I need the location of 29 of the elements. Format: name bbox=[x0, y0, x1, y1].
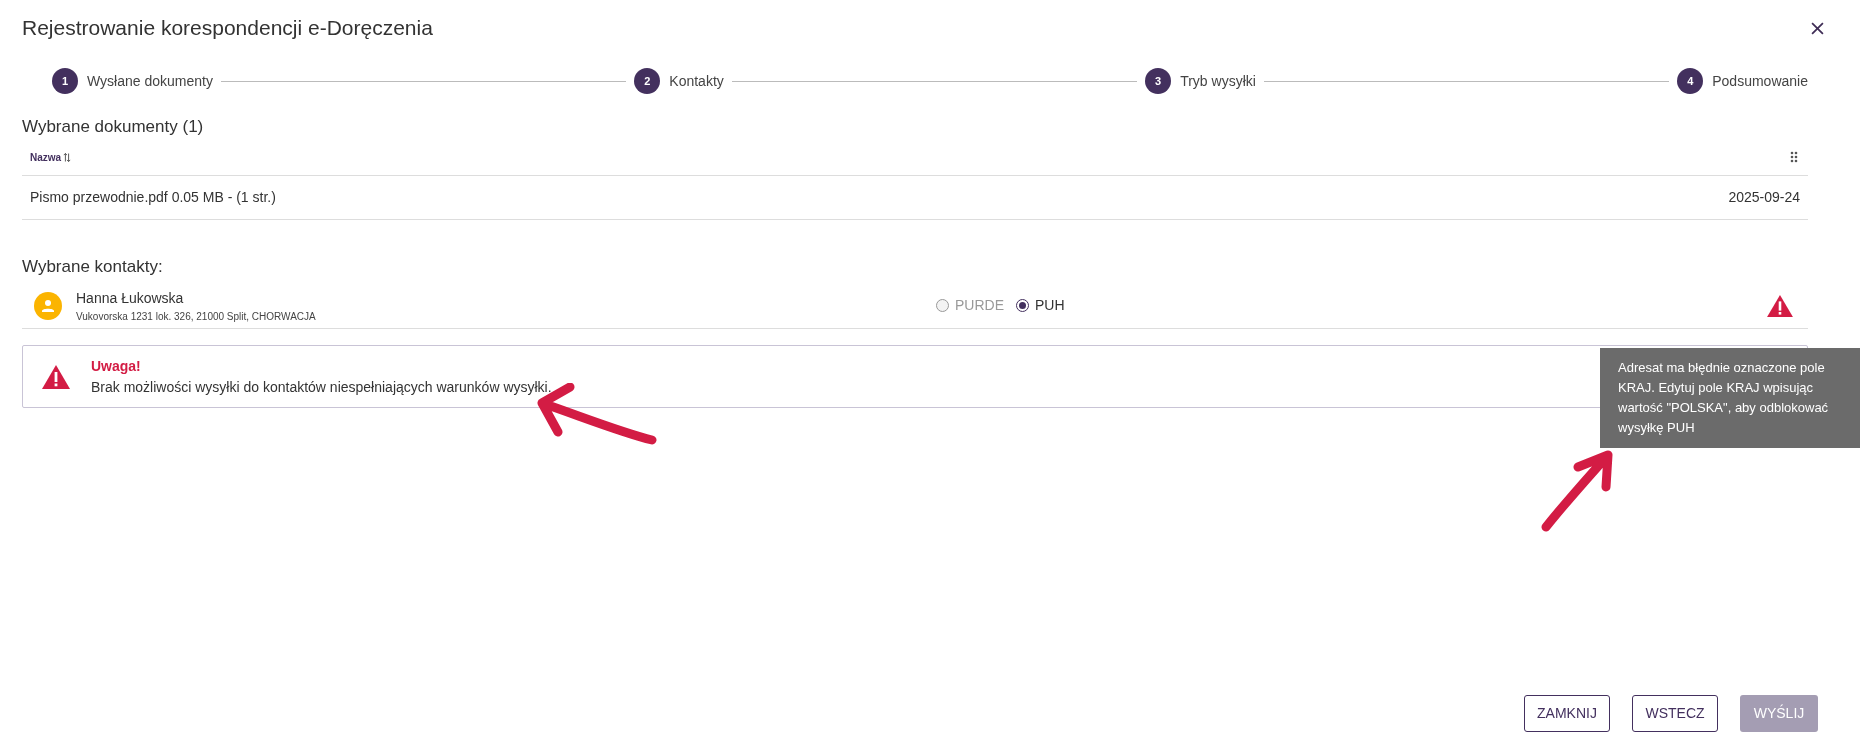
close-icon[interactable] bbox=[1811, 21, 1824, 35]
step-label[interactable]: Wysłane dokumenty bbox=[87, 70, 213, 92]
radio-option[interactable]: PUH bbox=[1016, 295, 1065, 316]
drag-handle-icon[interactable] bbox=[1790, 151, 1798, 163]
warning-icon bbox=[41, 363, 71, 390]
section-heading: Wybrane dokumenty (1) bbox=[22, 116, 205, 138]
column-header[interactable]: Nazwa bbox=[30, 149, 62, 165]
warning-icon[interactable] bbox=[1766, 293, 1794, 318]
step-label[interactable]: Podsumowanie bbox=[1712, 70, 1808, 92]
section-heading: Wybrane kontakty: bbox=[22, 255, 164, 278]
step-number[interactable]: 2 bbox=[634, 68, 661, 94]
step-label[interactable]: Kontakty bbox=[669, 70, 724, 92]
document-name: Pismo przewodnie.pdf 0.05 MB - (1 str.) bbox=[30, 187, 276, 207]
radio-option: PURDE bbox=[936, 295, 1004, 316]
dialog-button[interactable]: ZAMKNIJ bbox=[1524, 695, 1610, 732]
alert-title: Uwaga! bbox=[91, 356, 142, 376]
dialog-button[interactable]: WSTECZ bbox=[1632, 695, 1718, 732]
sort-icon[interactable] bbox=[63, 151, 72, 163]
avatar-icon bbox=[34, 291, 62, 320]
step-number[interactable]: 3 bbox=[1145, 68, 1172, 94]
dialog-title: Rejestrowanie korespondencji e-Doręczenia bbox=[22, 15, 433, 42]
tooltip: Adresat ma błędnie oznaczone pole KRAJ. Edytuj pole KRAJ wpisując wartość "POLSKA", aby odblokować wysyłkę PUH bbox=[1600, 348, 1860, 448]
document-date: 2025-09-24 bbox=[1728, 187, 1800, 207]
step-label[interactable]: Tryb wysyłki bbox=[1180, 70, 1256, 92]
contact-name: Hanna Łukowska bbox=[76, 288, 185, 308]
step-number[interactable]: 1 bbox=[52, 68, 78, 94]
contact-address: Vukovorska 1231 lok. 326, 21000 Split, CHORWACJA bbox=[76, 309, 317, 324]
step-number[interactable]: 4 bbox=[1677, 68, 1704, 94]
alert-message: Brak możliwości wysyłki do kontaktów niespełniających warunków wysyłki. bbox=[91, 377, 552, 397]
